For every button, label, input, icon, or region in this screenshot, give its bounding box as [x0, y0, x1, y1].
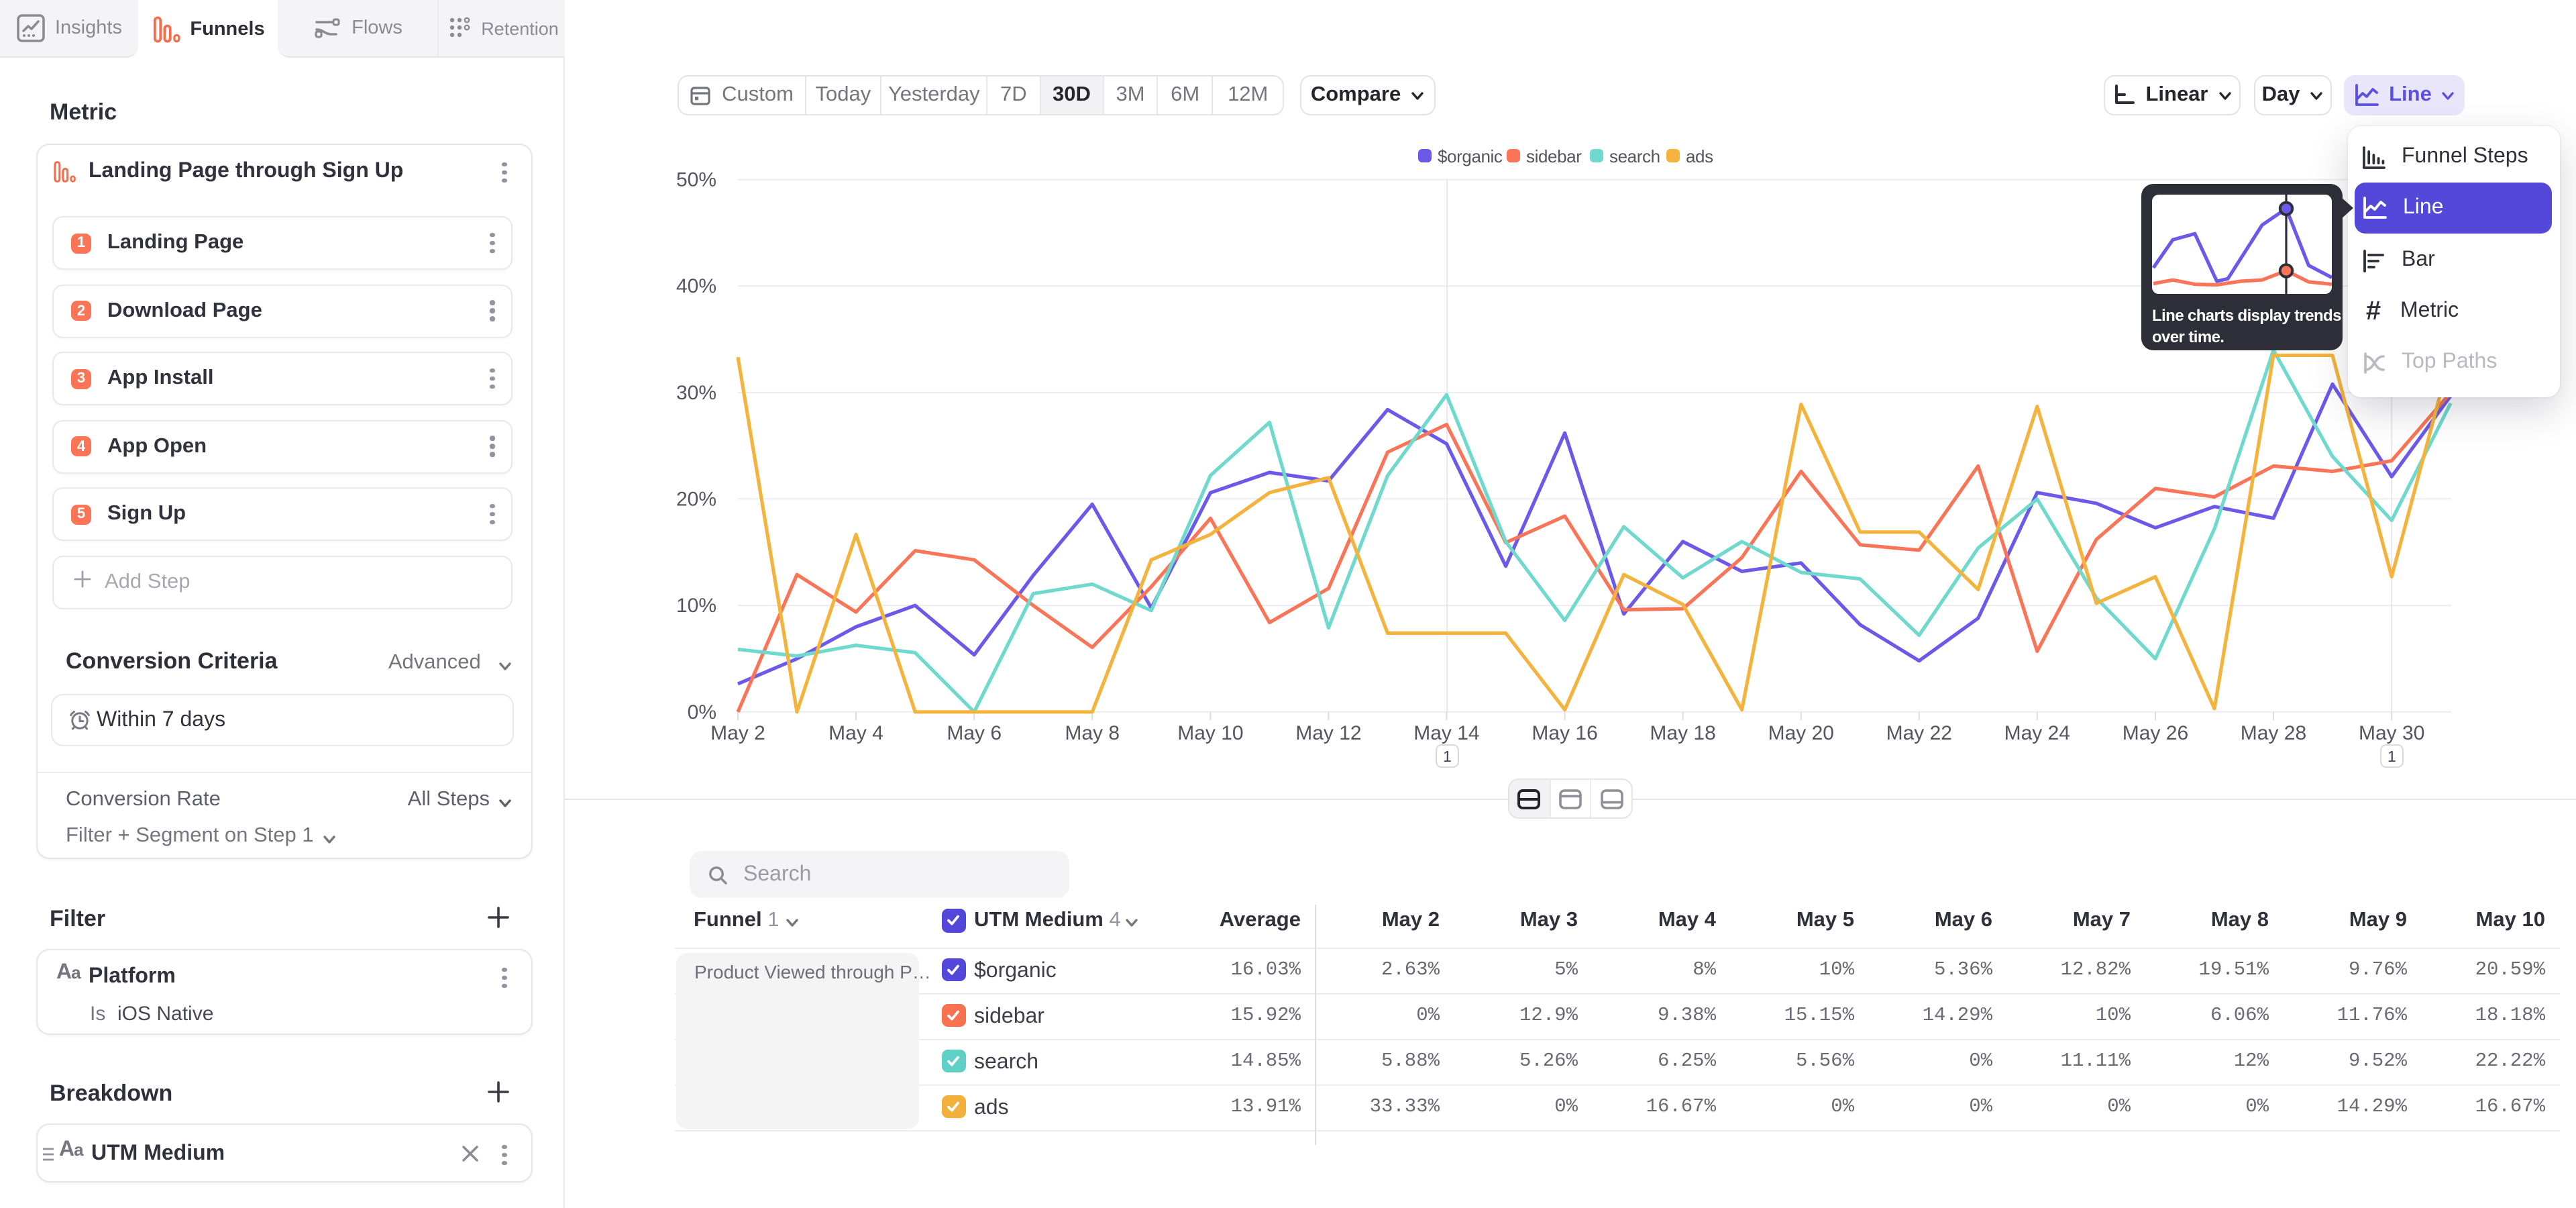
svg-text:May 30: May 30	[2359, 722, 2424, 744]
svg-text:May 14: May 14	[1413, 722, 1479, 744]
svg-text:May 8: May 8	[1065, 722, 1120, 744]
svg-text:1: 1	[2387, 748, 2396, 765]
svg-text:May 18: May 18	[1650, 722, 1715, 744]
svg-text:May 2: May 2	[710, 722, 765, 744]
svg-text:May 28: May 28	[2241, 722, 2306, 744]
svg-text:May 10: May 10	[1177, 722, 1243, 744]
svg-text:40%: 40%	[676, 275, 716, 297]
svg-text:30%: 30%	[676, 382, 716, 404]
svg-text:10%: 10%	[676, 595, 716, 617]
svg-text:May 6: May 6	[947, 722, 1002, 744]
svg-text:May 4: May 4	[828, 722, 883, 744]
svg-text:20%: 20%	[676, 488, 716, 510]
svg-text:May 20: May 20	[1768, 722, 1834, 744]
svg-text:1: 1	[1443, 748, 1452, 765]
svg-text:50%: 50%	[676, 169, 716, 191]
svg-text:May 24: May 24	[2004, 722, 2070, 744]
svg-text:May 26: May 26	[2123, 722, 2188, 744]
svg-text:May 12: May 12	[1295, 722, 1361, 744]
svg-text:May 16: May 16	[1532, 722, 1597, 744]
svg-text:May 22: May 22	[1886, 722, 1952, 744]
svg-text:0%: 0%	[688, 701, 716, 723]
